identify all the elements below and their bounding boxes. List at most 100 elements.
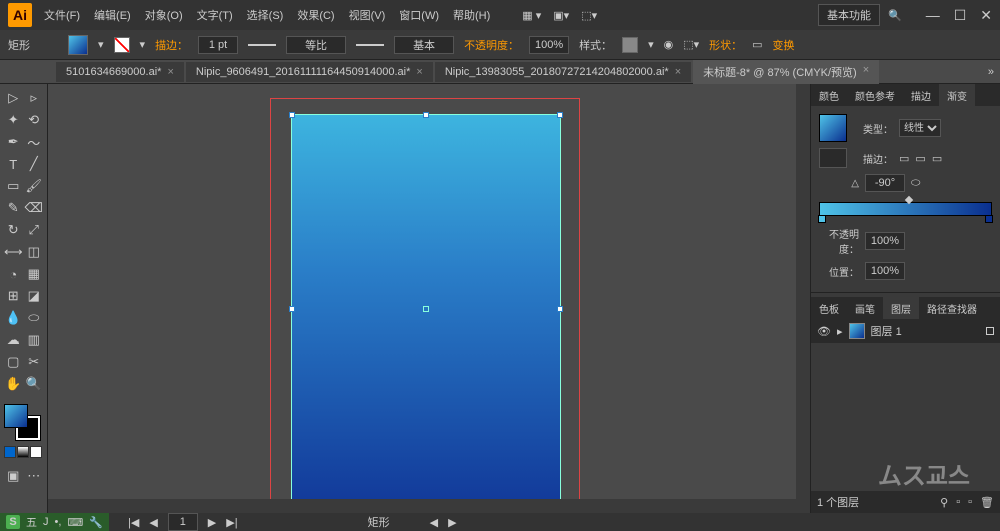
selected-rectangle[interactable]: [291, 114, 561, 504]
profile-dropdown[interactable]: 等比: [286, 36, 346, 54]
hand-tool[interactable]: ✋: [4, 374, 23, 394]
zoom-tool[interactable]: 🔍: [25, 374, 44, 394]
slice-tool[interactable]: ✂: [25, 352, 44, 372]
tab-close-icon[interactable]: ×: [167, 66, 173, 78]
curvature-tool[interactable]: ～: [25, 132, 44, 152]
tab-close-icon[interactable]: ×: [416, 66, 422, 78]
doc-tab-3[interactable]: Nipic_13983055_20180727214204802000.ai*×: [435, 62, 691, 82]
midpoint-diamond[interactable]: [904, 196, 912, 204]
layer-row-1[interactable]: 👁 ▸ 图层 1: [811, 319, 1000, 343]
pen-tool[interactable]: ✒: [4, 132, 23, 152]
artboard-nav-first-icon[interactable]: |◀: [128, 516, 139, 529]
symbol-tool[interactable]: ☁: [4, 330, 23, 350]
locate-icon[interactable]: ⚲: [940, 496, 948, 509]
visibility-icon[interactable]: 👁: [817, 325, 831, 338]
close-icon[interactable]: ✕: [980, 7, 992, 24]
resize-handle-tm[interactable]: [423, 112, 429, 118]
recolor-icon[interactable]: ◉: [664, 38, 674, 51]
stroke-label[interactable]: 描边：: [155, 37, 188, 53]
style-swatch[interactable]: [622, 37, 638, 53]
stroke-swatch[interactable]: [114, 37, 130, 53]
magic-wand-tool[interactable]: ✦: [4, 110, 23, 130]
delete-layer-icon[interactable]: 🗑: [980, 496, 994, 509]
eyedropper-tool[interactable]: 💧: [4, 308, 23, 328]
line-tool[interactable]: ╱: [25, 154, 44, 174]
opacity-input[interactable]: [529, 36, 569, 54]
menu-view[interactable]: 视图(V): [349, 7, 386, 23]
resize-handle-tr[interactable]: [557, 112, 563, 118]
grad-opacity-input[interactable]: [865, 232, 905, 250]
tab-color-guide[interactable]: 颜色参考: [847, 84, 903, 106]
tabs-overflow-icon[interactable]: »: [982, 66, 1000, 78]
shape-label[interactable]: 形状：: [709, 37, 742, 53]
expand-icon[interactable]: ▸: [837, 325, 843, 338]
ime-bar[interactable]: S 五 J •, ⌨ 🔧: [0, 513, 109, 531]
layout-icon[interactable]: ▦ ▾: [522, 9, 541, 22]
mesh-tool[interactable]: ⊞: [4, 286, 23, 306]
fill-stroke-control[interactable]: [4, 404, 40, 440]
rotate-tool[interactable]: ↻: [4, 220, 23, 240]
gradient-preview[interactable]: [819, 114, 847, 142]
bridge-icon[interactable]: ▣▾: [553, 9, 569, 22]
resize-handle-tl[interactable]: [289, 112, 295, 118]
menu-type[interactable]: 文字(T): [197, 7, 233, 23]
gradient-swap-icon[interactable]: [819, 148, 847, 168]
layer-name[interactable]: 图层 1: [871, 323, 902, 339]
selection-tool[interactable]: ▷: [4, 88, 23, 108]
stroke-grad-icon-1[interactable]: ▭: [899, 152, 909, 165]
menu-window[interactable]: 窗口(W): [399, 7, 439, 23]
gradient-type-select[interactable]: 线性: [899, 119, 941, 137]
resize-handle-ml[interactable]: [289, 306, 295, 312]
center-handle[interactable]: [423, 306, 429, 312]
vertical-scrollbar[interactable]: [796, 84, 810, 513]
angle-input[interactable]: [865, 174, 905, 192]
ime-settings-icon[interactable]: 🔧: [89, 516, 103, 529]
new-sublayer-icon[interactable]: ▫: [956, 496, 960, 508]
canvas-area[interactable]: [48, 84, 810, 513]
target-icon[interactable]: [986, 327, 994, 335]
arrange-icon[interactable]: ⬚▾: [581, 9, 597, 22]
screen-mode-tool[interactable]: ▣: [4, 466, 23, 486]
gradient-stop-1[interactable]: [818, 215, 826, 223]
menu-help[interactable]: 帮助(H): [453, 7, 490, 23]
align-icon[interactable]: ⬚▾: [683, 38, 699, 51]
ime-logo-icon[interactable]: S: [6, 515, 20, 529]
workspace-switcher[interactable]: 基本功能: [818, 4, 880, 26]
fill-swatch[interactable]: [68, 35, 88, 55]
artboard-number-input[interactable]: [168, 513, 198, 531]
transform-link[interactable]: 变换: [773, 37, 795, 53]
stroke-grad-icon-3[interactable]: ▭: [932, 152, 942, 165]
ime-punct-icon[interactable]: •,: [55, 516, 62, 528]
tab-gradient[interactable]: 渐变: [939, 84, 975, 106]
tab-pathfinder[interactable]: 路径查找器: [919, 297, 985, 319]
ime-keyboard-icon[interactable]: ⌨: [67, 516, 83, 529]
brush-line-icon[interactable]: [356, 44, 384, 46]
direct-selection-tool[interactable]: ▹: [25, 88, 44, 108]
menu-file[interactable]: 文件(F): [44, 7, 80, 23]
horizontal-scrollbar[interactable]: [48, 499, 796, 513]
brush-tool[interactable]: 🖌: [25, 176, 44, 196]
search-icon[interactable]: 🔍: [888, 9, 902, 22]
tab-stroke[interactable]: 描边: [903, 84, 939, 106]
artboard-nav-last-icon[interactable]: ▶|: [226, 516, 237, 529]
artboard-nav-prev-icon[interactable]: ◀: [149, 516, 157, 529]
perspective-tool[interactable]: ▦: [25, 264, 44, 284]
gradient-slider[interactable]: [819, 202, 992, 216]
artboard-nav-next-icon[interactable]: ▶: [208, 516, 216, 529]
eraser-tool[interactable]: ⌫: [25, 198, 44, 218]
menu-object[interactable]: 对象(O): [145, 7, 183, 23]
rectangle-tool[interactable]: ▭: [4, 176, 23, 196]
tab-color[interactable]: 颜色: [811, 84, 847, 106]
menu-select[interactable]: 选择(S): [247, 7, 284, 23]
status-scroll-left-icon[interactable]: ◀: [430, 516, 438, 529]
resize-handle-mr[interactable]: [557, 306, 563, 312]
color-mode-gradient[interactable]: [17, 446, 29, 458]
graph-tool[interactable]: ▥: [25, 330, 44, 350]
artboard-tool[interactable]: ▢: [4, 352, 23, 372]
stroke-grad-icon-2[interactable]: ▭: [915, 152, 925, 165]
ime-mode[interactable]: 五: [26, 514, 37, 530]
tab-close-icon[interactable]: ×: [863, 64, 869, 80]
width-tool[interactable]: ⟷: [4, 242, 23, 262]
scale-tool[interactable]: ⤢: [25, 220, 44, 240]
status-scroll-right-icon[interactable]: ▶: [448, 516, 456, 529]
